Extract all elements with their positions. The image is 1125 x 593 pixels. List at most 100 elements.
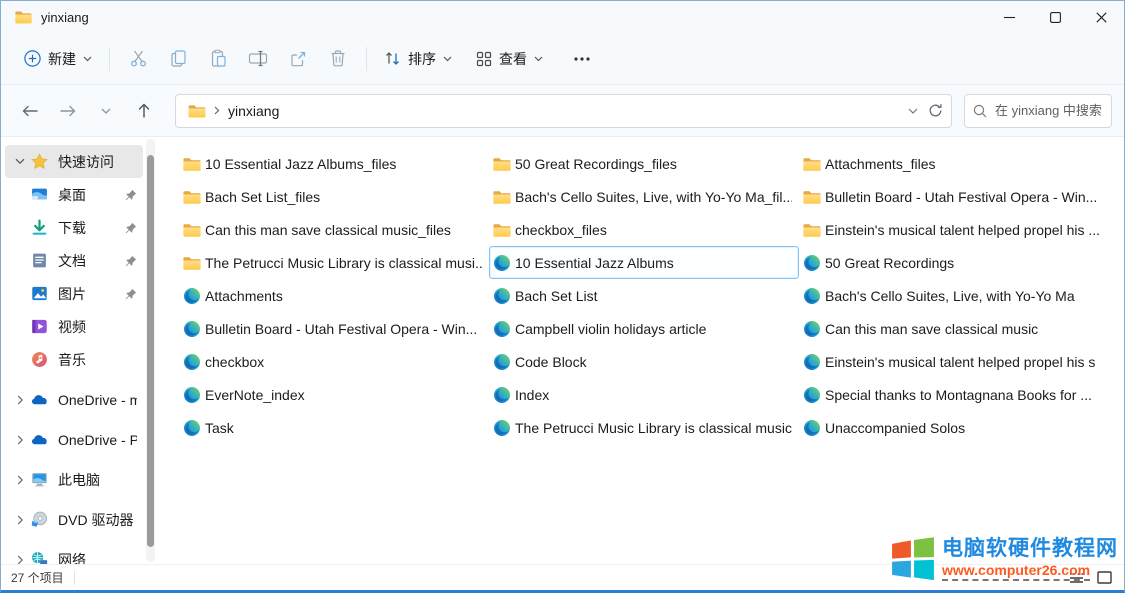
- back-button[interactable]: [13, 94, 47, 128]
- sidebar-item-label: 视频: [58, 317, 86, 337]
- file-item[interactable]: Campbell violin holidays article: [489, 312, 799, 345]
- forward-button[interactable]: [51, 94, 85, 128]
- file-item[interactable]: 50 Great Recordings_files: [489, 147, 799, 180]
- search-box[interactable]: [964, 94, 1112, 128]
- sidebar-item-quick-access[interactable]: 快速访问: [5, 145, 143, 178]
- onedrive-icon: [31, 431, 48, 448]
- chevron-right-icon[interactable]: [9, 515, 31, 525]
- search-icon: [973, 104, 987, 118]
- sidebar-item-onedrive-1[interactable]: OneDrive - myc: [5, 383, 143, 416]
- file-item[interactable]: Bach's Cello Suites, Live, with Yo-Yo Ma: [799, 279, 1109, 312]
- copy-button[interactable]: [158, 41, 198, 77]
- file-item[interactable]: 10 Essential Jazz Albums: [489, 246, 799, 279]
- maximize-button[interactable]: [1032, 1, 1078, 33]
- sidebar-item-dvd-drive[interactable]: DVD 驱动器 (D:): [5, 503, 143, 536]
- sidebar-item-network[interactable]: 网络: [5, 543, 143, 564]
- file-item[interactable]: Attachments_files: [799, 147, 1109, 180]
- file-item[interactable]: Einstein's musical talent helped propel …: [799, 213, 1109, 246]
- copy-icon: [169, 49, 188, 68]
- view-button[interactable]: 查看: [467, 42, 552, 76]
- sidebar-item-music[interactable]: 音乐: [5, 343, 143, 376]
- paste-button[interactable]: [198, 41, 238, 77]
- sort-button[interactable]: 排序: [375, 42, 461, 76]
- file-name: Einstein's musical talent helped propel …: [825, 354, 1095, 370]
- file-item[interactable]: checkbox: [179, 345, 489, 378]
- star-icon: [31, 153, 48, 170]
- share-icon: [289, 49, 308, 68]
- recent-locations-button[interactable]: [89, 94, 123, 128]
- file-name: Campbell violin holidays article: [515, 321, 706, 337]
- sidebar-item-videos[interactable]: 视频: [5, 310, 143, 343]
- file-name: checkbox_files: [515, 222, 607, 238]
- file-item[interactable]: Bach Set List_files: [179, 180, 489, 213]
- video-icon: [31, 318, 48, 335]
- file-name: Task: [205, 420, 234, 436]
- address-bar[interactable]: yinxiang: [175, 94, 952, 128]
- file-name: Can this man save classical music_files: [205, 222, 451, 238]
- chevron-right-icon[interactable]: [9, 435, 31, 445]
- cut-button[interactable]: [118, 41, 158, 77]
- file-item[interactable]: Index: [489, 378, 799, 411]
- sidebar-scrollbar[interactable]: [146, 139, 155, 562]
- chevron-right-icon[interactable]: [9, 475, 31, 485]
- file-item[interactable]: Can this man save classical music_files: [179, 213, 489, 246]
- file-item[interactable]: Bach's Cello Suites, Live, with Yo-Yo Ma…: [489, 180, 799, 213]
- address-dropdown-icon[interactable]: [908, 108, 918, 114]
- sidebar-item-label: OneDrive - myc: [58, 392, 137, 408]
- file-item[interactable]: EverNote_index: [179, 378, 489, 411]
- delete-button[interactable]: [318, 41, 358, 77]
- chevron-down-icon[interactable]: [9, 158, 31, 165]
- file-item[interactable]: Can this man save classical music: [799, 312, 1109, 345]
- file-item[interactable]: Attachments: [179, 279, 489, 312]
- close-button[interactable]: [1078, 1, 1124, 33]
- chevron-right-icon[interactable]: [9, 555, 31, 565]
- file-item[interactable]: Special thanks to Montagnana Books for .…: [799, 378, 1109, 411]
- file-name: Bach's Cello Suites, Live, with Yo-Yo Ma: [825, 288, 1075, 304]
- document-icon: [31, 252, 48, 269]
- file-item[interactable]: Bulletin Board - Utah Festival Opera - W…: [799, 180, 1109, 213]
- folder-icon: [183, 221, 201, 239]
- refresh-icon[interactable]: [928, 103, 943, 118]
- breadcrumb-segment[interactable]: yinxiang: [228, 103, 279, 119]
- file-item[interactable]: Code Block: [489, 345, 799, 378]
- sidebar-item-label: 桌面: [58, 185, 86, 205]
- sidebar-item-downloads[interactable]: 下载: [5, 211, 143, 244]
- paste-icon: [209, 49, 228, 68]
- share-button[interactable]: [278, 41, 318, 77]
- chevron-down-icon: [534, 56, 543, 62]
- pin-icon: [125, 189, 137, 201]
- folder-icon: [493, 188, 511, 206]
- file-item[interactable]: The Petrucci Music Library is classical …: [489, 411, 799, 444]
- large-icons-view-button[interactable]: [1094, 569, 1114, 587]
- file-item[interactable]: 10 Essential Jazz Albums_files: [179, 147, 489, 180]
- sidebar-item-documents[interactable]: 文档: [5, 244, 143, 277]
- sidebar-item-onedrive-2[interactable]: OneDrive - Pers: [5, 423, 143, 456]
- file-name: Can this man save classical music: [825, 321, 1038, 337]
- sidebar-item-this-pc[interactable]: 此电脑: [5, 463, 143, 496]
- sidebar-scrollbar-thumb[interactable]: [147, 155, 154, 547]
- new-button[interactable]: 新建: [15, 42, 101, 76]
- file-list: 10 Essential Jazz Albums_filesBach Set L…: [161, 137, 1124, 564]
- sidebar-item-pictures[interactable]: 图片: [5, 277, 143, 310]
- up-button[interactable]: [127, 94, 161, 128]
- details-view-button[interactable]: [1066, 569, 1086, 587]
- file-name: Bach Set List: [515, 288, 598, 304]
- minimize-button[interactable]: [986, 1, 1032, 33]
- file-item[interactable]: Einstein's musical talent helped propel …: [799, 345, 1109, 378]
- search-input[interactable]: [995, 103, 1103, 118]
- file-item[interactable]: checkbox_files: [489, 213, 799, 246]
- file-item[interactable]: Task: [179, 411, 489, 444]
- file-item[interactable]: Bulletin Board - Utah Festival Opera - W…: [179, 312, 489, 345]
- file-item[interactable]: The Petrucci Music Library is classical …: [179, 246, 489, 279]
- breadcrumb[interactable]: yinxiang: [184, 101, 283, 121]
- file-item[interactable]: Bach Set List: [489, 279, 799, 312]
- chevron-right-icon[interactable]: [9, 395, 31, 405]
- item-count: 27 个项目: [11, 569, 64, 586]
- more-options-button[interactable]: [562, 41, 602, 77]
- sidebar-item-desktop[interactable]: 桌面: [5, 178, 143, 211]
- file-item[interactable]: Unaccompanied Solos: [799, 411, 1109, 444]
- file-explorer-window: yinxiang 新建: [0, 0, 1125, 593]
- status-divider: [74, 571, 75, 585]
- rename-button[interactable]: [238, 41, 278, 77]
- file-item[interactable]: 50 Great Recordings: [799, 246, 1109, 279]
